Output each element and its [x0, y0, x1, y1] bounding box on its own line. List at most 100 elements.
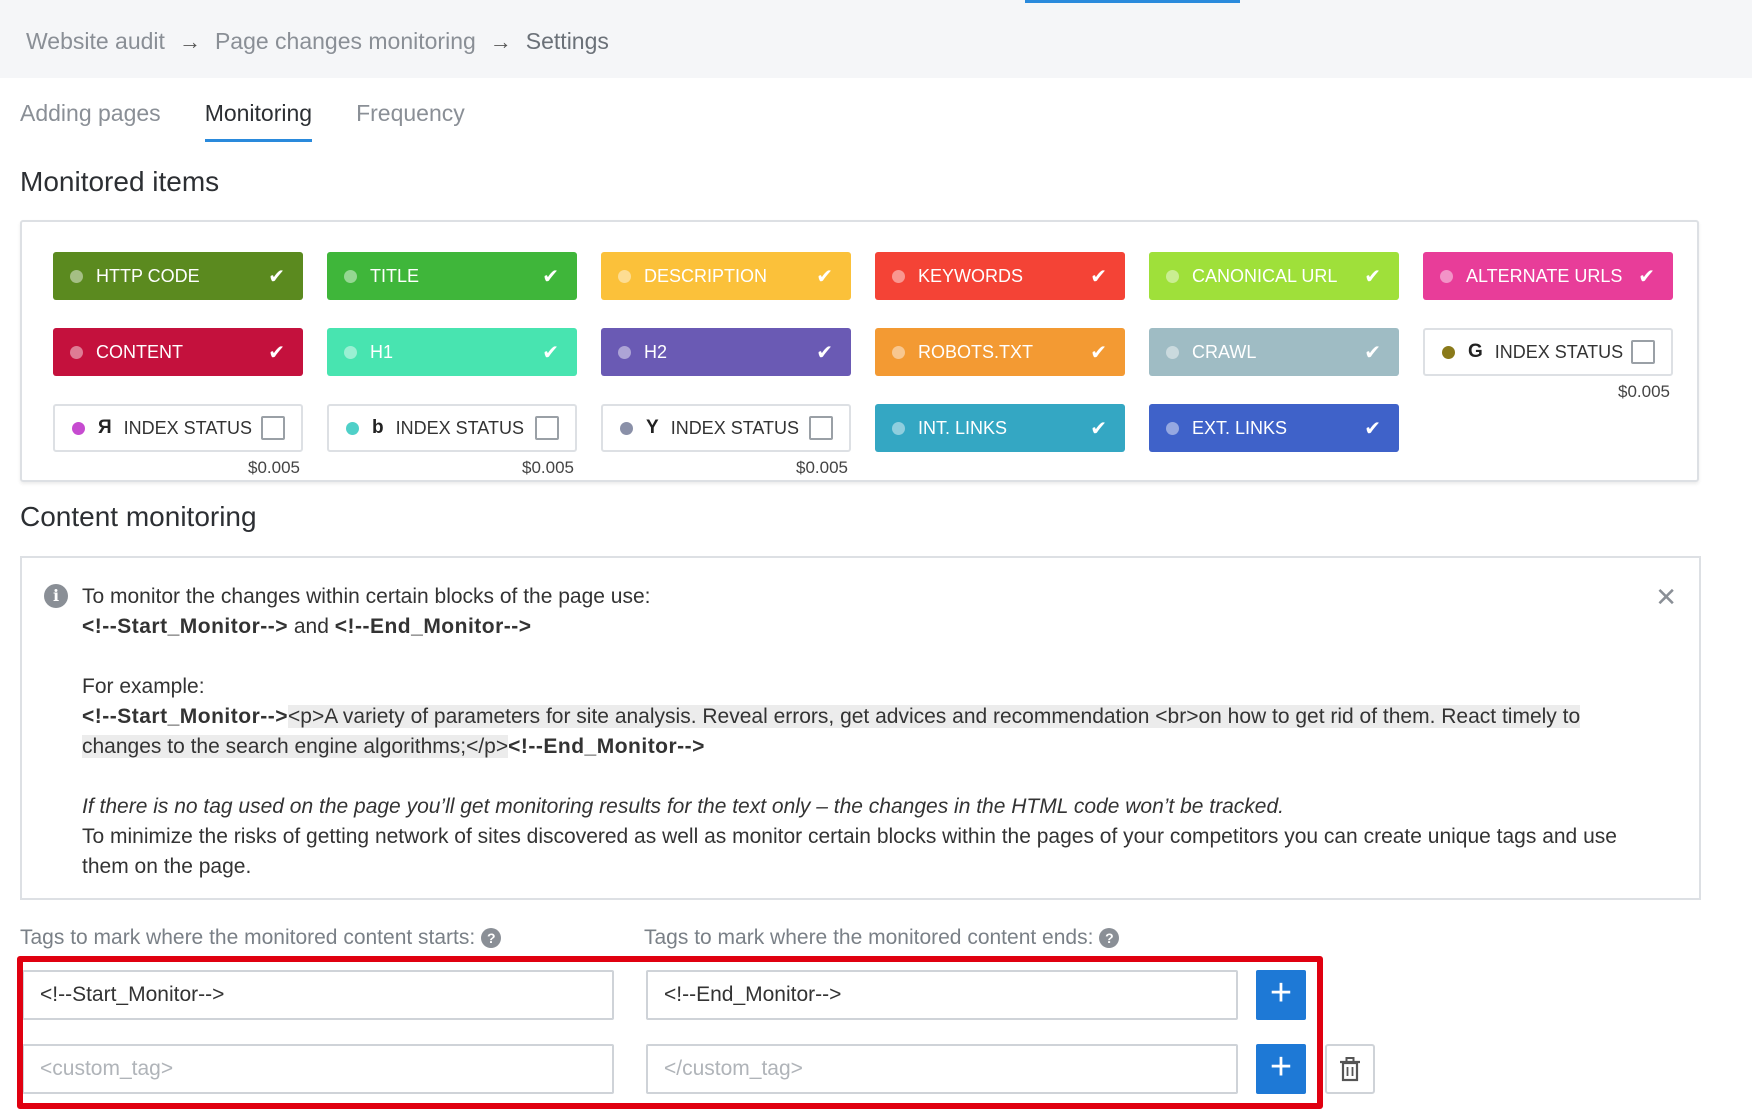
check-icon: ✔: [1638, 266, 1655, 288]
check-icon: ✔: [1364, 266, 1381, 288]
monitored-item-crawl[interactable]: CRAWL ✔: [1149, 328, 1399, 376]
check-icon: ✔: [1090, 418, 1107, 440]
breadcrumb-page-changes[interactable]: Page changes monitoring: [215, 28, 476, 55]
monitored-item-content[interactable]: CONTENT ✔: [53, 328, 303, 376]
note-text: To minimize the risks of getting network…: [82, 825, 1617, 878]
info-text: To monitor the changes within certain bl…: [82, 582, 1642, 882]
search-engine-icon: b: [372, 417, 384, 438]
monitored-item-label: INDEX STATUS: [123, 417, 253, 438]
example-label: For example:: [82, 675, 205, 698]
info-icon: i: [44, 584, 68, 608]
tabs: Adding pages Monitoring Frequency: [20, 100, 509, 142]
trash-icon: [1340, 1057, 1360, 1082]
check-icon: ✔: [1090, 266, 1107, 288]
tab-frequency[interactable]: Frequency: [356, 100, 465, 142]
info-tags-line: <!--Start_Monitor--> and <!--End_Monitor…: [82, 612, 1642, 642]
status-dot: [1166, 269, 1179, 283]
monitored-item-label: INDEX STATUS: [1494, 341, 1624, 362]
monitored-item-label: CRAWL: [1192, 341, 1257, 362]
monitored-item-title[interactable]: TITLE ✔: [327, 252, 577, 300]
monitored-item-label: ALTERNATE URLS: [1466, 265, 1623, 286]
monitored-item-index-status-13[interactable]: b INDEX STATUS: [327, 404, 577, 452]
status-dot: [344, 345, 357, 359]
breadcrumb: Website audit → Page changes monitoring …: [26, 28, 609, 55]
monitored-item-index-status-14[interactable]: Y INDEX STATUS: [601, 404, 851, 452]
monitored-item-http-code[interactable]: HTTP CODE ✔: [53, 252, 303, 300]
status-dot: [618, 269, 631, 283]
monitored-item-label: H2: [644, 341, 668, 362]
status-dot: [70, 345, 83, 359]
status-dot: [346, 421, 359, 435]
status-dot: [620, 421, 633, 435]
monitored-item-label: ROBOTS.TXT: [918, 341, 1034, 362]
start-tags-label-text: Tags to mark where the monitored content…: [20, 926, 476, 949]
monitored-items-panel: HTTP CODE ✔ TITLE ✔ DESCRIPTION ✔ KEYWORDS ✔ CAN…: [20, 220, 1699, 482]
note-italic: If there is no tag used on the page you’…: [82, 795, 1284, 818]
end-tag-code: <!--End_Monitor-->: [334, 615, 532, 638]
breadcrumb-arrow-icon: →: [178, 28, 201, 54]
example-start-tag: <!--Start_Monitor-->: [82, 705, 288, 728]
monitored-item-robots-txt[interactable]: ROBOTS.TXT ✔: [875, 328, 1125, 376]
checkbox[interactable]: [261, 416, 285, 440]
monitored-item-label: DESCRIPTION: [644, 265, 768, 286]
status-dot: [70, 269, 83, 283]
start-tag-code: <!--Start_Monitor-->: [82, 615, 288, 638]
status-dot: [892, 345, 905, 359]
start-tags-label: Tags to mark where the monitored content…: [20, 926, 502, 950]
monitored-item-label: TITLE: [370, 265, 420, 286]
check-icon: ✔: [1364, 418, 1381, 440]
status-dot: [1440, 269, 1453, 283]
status-dot: [1166, 421, 1179, 435]
status-dot: [1166, 345, 1179, 359]
check-icon: ✔: [268, 342, 285, 364]
help-icon[interactable]: ?: [1099, 928, 1120, 948]
monitored-item-label: CONTENT: [96, 341, 183, 362]
breadcrumb-website-audit[interactable]: Website audit: [26, 28, 165, 55]
tab-adding-pages[interactable]: Adding pages: [20, 100, 161, 142]
checkbox[interactable]: [535, 416, 559, 440]
top-accent-line: [1025, 0, 1240, 3]
monitored-item-keywords[interactable]: KEYWORDS ✔: [875, 252, 1125, 300]
search-engine-icon: Я: [98, 417, 112, 438]
breadcrumb-settings: Settings: [525, 28, 609, 54]
info-intro: To monitor the changes within certain bl…: [82, 585, 651, 608]
monitored-item-alternate-urls[interactable]: ALTERNATE URLS ✔: [1423, 252, 1673, 300]
monitored-item-index-status-11[interactable]: G INDEX STATUS: [1423, 328, 1673, 376]
top-bar: Website audit → Page changes monitoring …: [0, 0, 1752, 78]
monitored-item-description[interactable]: DESCRIPTION ✔: [601, 252, 851, 300]
monitored-item-label: HTTP CODE: [96, 265, 200, 286]
monitored-item-h2[interactable]: H2 ✔: [601, 328, 851, 376]
help-icon[interactable]: ?: [481, 928, 502, 948]
monitored-item-label: EXT. LINKS: [1192, 417, 1288, 438]
check-icon: ✔: [542, 342, 559, 364]
monitored-item-canonical-url[interactable]: CANONICAL URL ✔: [1149, 252, 1399, 300]
monitored-item-h1[interactable]: H1 ✔: [327, 328, 577, 376]
monitored-item-label: H1: [370, 341, 394, 362]
breadcrumb-arrow-icon: →: [489, 28, 512, 54]
highlight-frame: [17, 956, 1323, 1109]
check-icon: ✔: [816, 266, 833, 288]
tab-monitoring[interactable]: Monitoring: [204, 100, 313, 142]
delete-row-button[interactable]: [1325, 1044, 1375, 1094]
item-price: $0.005: [522, 458, 574, 477]
monitored-item-int-links[interactable]: INT. LINKS ✔: [875, 404, 1125, 452]
monitored-item-index-status-12[interactable]: Я INDEX STATUS: [53, 404, 303, 452]
checkbox[interactable]: [809, 416, 833, 440]
status-dot: [1442, 345, 1455, 359]
content-monitoring-title: Content monitoring: [20, 501, 257, 532]
example-line: <!--Start_Monitor--><p>A variety of para…: [82, 702, 1612, 762]
check-icon: ✔: [1090, 342, 1107, 364]
monitored-items-title: Monitored items: [20, 166, 220, 197]
monitored-item-label: INDEX STATUS: [670, 417, 800, 438]
status-dot: [892, 269, 905, 283]
monitored-item-label: KEYWORDS: [918, 265, 1024, 286]
check-icon: ✔: [1364, 342, 1381, 364]
close-icon[interactable]: ✕: [1655, 582, 1677, 613]
check-icon: ✔: [816, 342, 833, 364]
status-dot: [618, 345, 631, 359]
example-body: <p>A variety of parameters for site anal…: [82, 705, 1581, 758]
content-monitoring-info: i ✕ To monitor the changes within certai…: [20, 556, 1701, 900]
monitored-item-ext-links[interactable]: EXT. LINKS ✔: [1149, 404, 1399, 452]
end-tags-label-text: Tags to mark where the monitored content…: [644, 926, 1094, 949]
checkbox[interactable]: [1631, 340, 1655, 364]
